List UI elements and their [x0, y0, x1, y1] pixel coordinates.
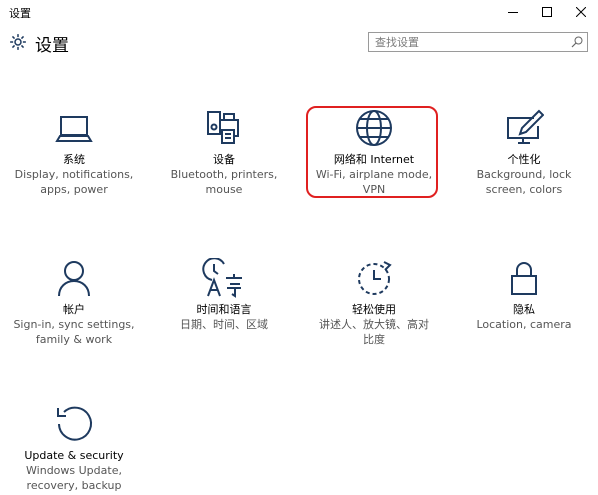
close-button[interactable] [564, 0, 598, 24]
search-box[interactable] [368, 32, 588, 52]
tile-description: VPN [362, 183, 386, 196]
tile-system[interactable]: 系统 Display, notifications, apps, power [4, 104, 144, 197]
tile-ease-of-access[interactable]: 轻松使用 讲述人、放大镜、高对 比度 [304, 254, 444, 347]
tile-label: 设备 [213, 153, 235, 166]
laptop-icon [55, 116, 93, 142]
tile-update-security[interactable]: Update & security Windows Update, recove… [4, 400, 144, 493]
tile-network-internet[interactable]: 网络和 Internet Wi-Fi, airplane mode, VPN [304, 104, 444, 197]
page-title: 设置 [35, 36, 69, 56]
minimize-icon [508, 12, 518, 13]
person-icon [58, 261, 90, 297]
tile-description: 讲述人、放大镜、高对 [319, 318, 429, 331]
tile-description: Sign-in, sync settings, [13, 318, 135, 331]
settings-header: 设置 [0, 24, 598, 60]
tile-personalization[interactable]: 个性化 Background, lock screen, colors [454, 104, 594, 197]
tile-label: 系统 [63, 153, 85, 166]
tile-label: 隐私 [513, 303, 535, 316]
tile-description: screen, colors [485, 183, 563, 196]
tile-label: 轻松使用 [352, 303, 396, 316]
tile-description: Bluetooth, printers, [170, 168, 278, 181]
tile-label: 帐户 [63, 303, 85, 316]
lock-icon [511, 262, 537, 295]
close-icon [576, 7, 586, 17]
tile-description: Background, lock [476, 168, 572, 181]
tile-devices[interactable]: 设备 Bluetooth, printers, mouse [154, 104, 294, 197]
tile-description: 比度 [363, 333, 385, 346]
maximize-icon [542, 7, 552, 17]
tile-time-language[interactable]: 时间和语言 日期、时间、区域 [154, 254, 294, 333]
tile-description: apps, power [40, 183, 108, 196]
devices-icon [207, 111, 239, 144]
tile-description: recovery, backup [26, 479, 122, 492]
tile-description: mouse [205, 183, 243, 196]
tile-description: Wi-Fi, airplane mode, [315, 168, 433, 181]
globe-icon [356, 110, 392, 146]
title-bar: 设置 [0, 0, 598, 24]
tile-label: 网络和 Internet [333, 153, 415, 166]
search-icon[interactable] [571, 36, 583, 48]
window-title: 设置 [9, 7, 31, 20]
time-language-icon [202, 258, 242, 298]
tile-description: family & work [35, 333, 113, 346]
maximize-button[interactable] [530, 0, 564, 24]
update-icon [57, 406, 92, 441]
tile-description: Display, notifications, [14, 168, 134, 181]
tile-label: 时间和语言 [196, 303, 252, 316]
minimize-button[interactable] [496, 0, 530, 24]
ease-of-access-icon [358, 261, 392, 295]
search-input[interactable] [369, 33, 565, 51]
tile-description: Windows Update, [26, 464, 122, 477]
tile-label: 个性化 [507, 153, 541, 166]
gear-icon [10, 34, 26, 50]
tile-accounts[interactable]: 帐户 Sign-in, sync settings, family & work [4, 254, 144, 347]
tile-description: 日期、时间、区域 [180, 318, 268, 331]
tile-privacy[interactable]: 隐私 Location, camera [454, 254, 594, 333]
tile-description: Location, camera [476, 318, 572, 331]
tile-label: Update & security [24, 449, 124, 462]
personalization-icon [507, 109, 544, 144]
